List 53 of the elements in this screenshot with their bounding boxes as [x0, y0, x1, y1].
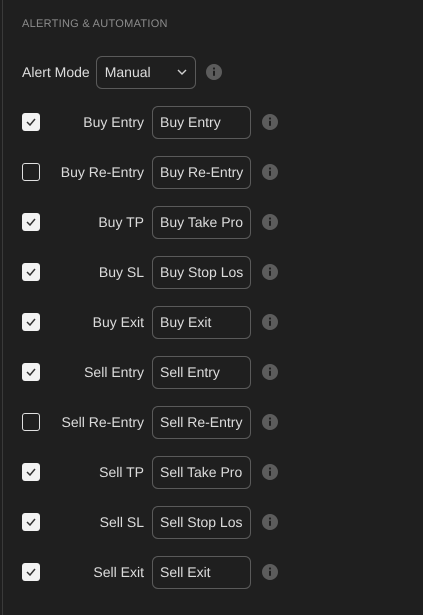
- field-label: Sell SL: [98, 512, 144, 532]
- checkmark-icon: [26, 268, 36, 276]
- info-icon[interactable]: [262, 314, 278, 330]
- field-label: Sell Entry: [83, 362, 144, 382]
- field-label: Sell Exit: [92, 562, 144, 582]
- input-field[interactable]: Sell Exit: [152, 556, 251, 588]
- checkbox[interactable]: [22, 363, 40, 381]
- input-field[interactable]: Buy Stop Los: [152, 256, 252, 288]
- info-icon[interactable]: [206, 64, 222, 80]
- checkmark-icon: [26, 368, 36, 376]
- checkbox[interactable]: [22, 163, 40, 181]
- checkbox[interactable]: [22, 263, 40, 281]
- checkbox[interactable]: [22, 563, 40, 581]
- field-label: Buy TP: [97, 212, 144, 232]
- section-title: ALERTING & AUTOMATION: [22, 17, 169, 30]
- input-field[interactable]: Sell Take Pro: [152, 456, 251, 488]
- info-icon[interactable]: [262, 264, 278, 280]
- checkmark-icon: [26, 518, 36, 526]
- checkbox[interactable]: [22, 213, 40, 231]
- input-field[interactable]: Sell Stop Los: [152, 506, 251, 538]
- checkbox[interactable]: [22, 113, 40, 131]
- checkmark-icon: [26, 318, 36, 326]
- info-icon[interactable]: [262, 564, 278, 580]
- chevron-down-icon: [176, 69, 187, 75]
- alert-mode-dropdown[interactable]: Manual: [96, 56, 196, 88]
- field-label: Buy Exit: [92, 312, 144, 332]
- checkmark-icon: [26, 568, 36, 576]
- info-icon[interactable]: [262, 114, 278, 130]
- input-field[interactable]: Sell Re-Entry: [152, 406, 251, 438]
- info-icon[interactable]: [262, 514, 278, 530]
- checkmark-icon: [26, 468, 36, 476]
- field-label: Alert Mode: [22, 62, 90, 82]
- info-icon[interactable]: [262, 164, 278, 180]
- field-label: Sell Re-Entry: [60, 412, 144, 432]
- field-label: Sell TP: [98, 462, 144, 482]
- input-field[interactable]: Sell Entry: [152, 356, 251, 388]
- input-field[interactable]: Buy Take Pro: [152, 206, 252, 238]
- checkmark-icon: [26, 118, 36, 126]
- info-icon[interactable]: [262, 214, 278, 230]
- field-label: Buy Entry: [82, 112, 144, 132]
- info-icon[interactable]: [262, 364, 278, 380]
- input-field[interactable]: Buy Re-Entry: [152, 156, 252, 188]
- input-field[interactable]: Buy Entry: [152, 106, 251, 138]
- checkbox[interactable]: [22, 413, 40, 431]
- input-field[interactable]: Buy Exit: [152, 306, 251, 338]
- field-label: Buy SL: [98, 262, 144, 282]
- checkbox[interactable]: [22, 463, 40, 481]
- checkmark-icon: [26, 218, 36, 226]
- info-icon[interactable]: [262, 464, 278, 480]
- checkbox[interactable]: [22, 313, 40, 331]
- info-icon[interactable]: [262, 414, 278, 430]
- checkbox[interactable]: [22, 513, 40, 531]
- field-label: Buy Re-Entry: [60, 162, 144, 182]
